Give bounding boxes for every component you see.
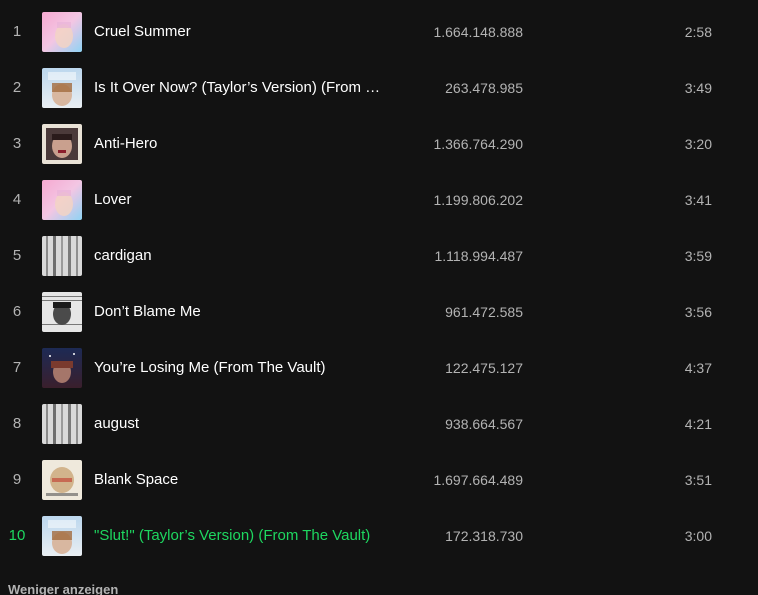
track-duration: 3:59 bbox=[684, 248, 712, 264]
1989-tv-cover-icon bbox=[42, 516, 82, 556]
track-duration: 3:20 bbox=[684, 136, 712, 152]
track-row-10[interactable]: 10 "Slut!" (Taylor’s Version) (From The … bbox=[0, 508, 758, 564]
track-duration: 3:41 bbox=[684, 192, 712, 208]
play-count: 1.664.148.888 bbox=[433, 24, 523, 40]
track-row-9[interactable]: 9 Blank Space 1.697.664.489 3:51 bbox=[0, 452, 758, 508]
folklore-cover-icon bbox=[42, 236, 82, 276]
track-number: 7 bbox=[12, 359, 22, 376]
track-title[interactable]: You’re Losing Me (From The Vault) bbox=[94, 340, 400, 396]
track-row-7[interactable]: 7 You’re Losing Me (From The Vault) 122.… bbox=[0, 340, 758, 396]
lover-cover-icon bbox=[42, 180, 82, 220]
show-less-button[interactable]: Weniger anzeigen bbox=[8, 582, 118, 595]
folklore-cover-icon bbox=[42, 404, 82, 444]
play-count: 961.472.585 bbox=[445, 304, 523, 320]
track-row-5[interactable]: 5 cardigan 1.118.994.487 3:59 bbox=[0, 228, 758, 284]
reputation-cover-icon bbox=[42, 292, 82, 332]
track-row-8[interactable]: 8 august 938.664.567 4:21 bbox=[0, 396, 758, 452]
track-duration: 4:21 bbox=[684, 416, 712, 432]
1989-cover-icon bbox=[42, 460, 82, 500]
track-title[interactable]: "Slut!" (Taylor’s Version) (From The Vau… bbox=[94, 508, 400, 564]
track-title[interactable]: august bbox=[94, 396, 400, 452]
track-number: 2 bbox=[12, 79, 22, 96]
track-number: 5 bbox=[12, 247, 22, 264]
track-duration: 3:49 bbox=[684, 80, 712, 96]
play-count: 1.118.994.487 bbox=[434, 248, 524, 264]
track-number: 8 bbox=[12, 415, 22, 432]
track-duration: 4:37 bbox=[684, 360, 712, 376]
1989-tv-cover-icon bbox=[42, 68, 82, 108]
lover-cover-icon bbox=[42, 12, 82, 52]
play-count: 263.478.985 bbox=[445, 80, 523, 96]
play-count: 1.366.764.290 bbox=[433, 136, 523, 152]
track-row-6[interactable]: 6 Don’t Blame Me 961.472.585 3:56 bbox=[0, 284, 758, 340]
play-count: 938.664.567 bbox=[445, 416, 523, 432]
track-title[interactable]: cardigan bbox=[94, 228, 400, 284]
track-row-2[interactable]: 2 Is It Over Now? (Taylor’s Version) (Fr… bbox=[0, 60, 758, 116]
track-number: 6 bbox=[12, 303, 22, 320]
play-count: 122.475.127 bbox=[445, 360, 523, 376]
track-row-4[interactable]: 4 Lover 1.199.806.202 3:41 bbox=[0, 172, 758, 228]
track-duration: 3:00 bbox=[684, 528, 712, 544]
track-title[interactable]: Cruel Summer bbox=[94, 4, 400, 60]
track-number: 9 bbox=[12, 471, 22, 488]
track-title[interactable]: Is It Over Now? (Taylor’s Version) (From… bbox=[94, 60, 400, 116]
track-title[interactable]: Lover bbox=[94, 172, 400, 228]
play-count: 1.697.664.489 bbox=[433, 472, 523, 488]
track-title[interactable]: Don’t Blame Me bbox=[94, 284, 400, 340]
track-number: 1 bbox=[12, 23, 22, 40]
midnights-vault-cover-icon bbox=[42, 348, 82, 388]
track-number: 3 bbox=[12, 135, 22, 152]
track-title[interactable]: Anti-Hero bbox=[94, 116, 400, 172]
track-title[interactable]: Blank Space bbox=[94, 452, 400, 508]
track-number: 4 bbox=[12, 191, 22, 208]
play-count: 1.199.806.202 bbox=[433, 192, 523, 208]
play-count: 172.318.730 bbox=[445, 528, 523, 544]
track-row-3[interactable]: 3 Anti-Hero 1.366.764.290 3:20 bbox=[0, 116, 758, 172]
midnights-cover-icon bbox=[42, 124, 82, 164]
track-duration: 3:51 bbox=[684, 472, 712, 488]
track-duration: 3:56 bbox=[684, 304, 712, 320]
track-duration: 2:58 bbox=[684, 24, 712, 40]
track-row-1[interactable]: 1 Cruel Summer 1.664.148.888 2:58 bbox=[0, 4, 758, 60]
popular-tracks-list: 1 Cruel Summer 1.664.148.888 2:58 2 Is I… bbox=[0, 0, 758, 595]
track-number: 10 bbox=[8, 527, 26, 544]
